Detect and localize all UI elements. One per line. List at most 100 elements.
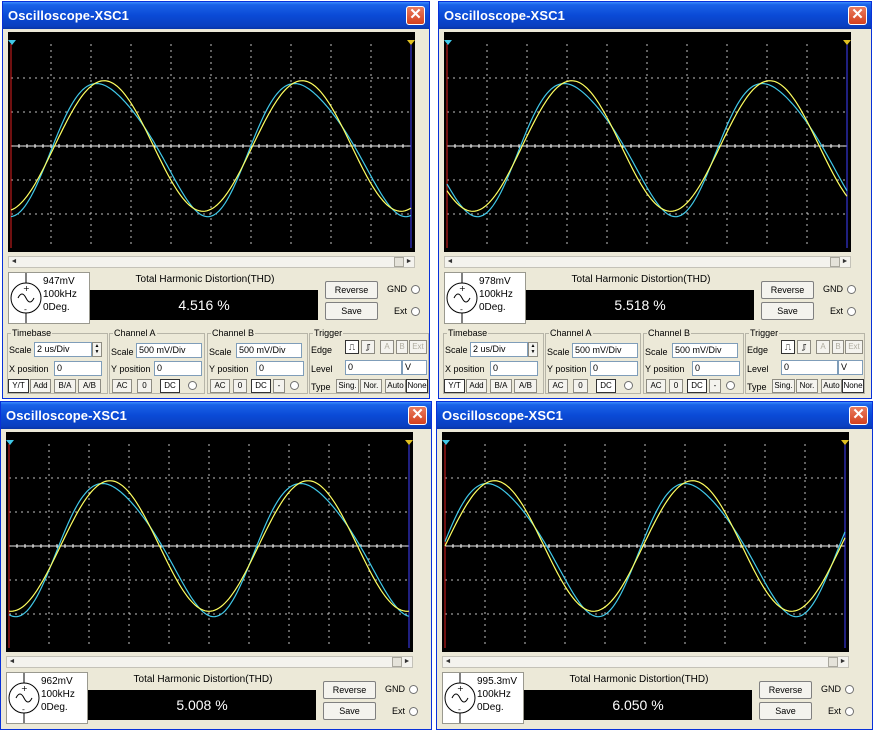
channel-b-zero-button[interactable]: 0 (669, 379, 683, 393)
save-button[interactable]: Save (759, 702, 812, 720)
cursor-2-marker-icon[interactable] (407, 40, 415, 45)
close-button[interactable]: ✕ (848, 6, 867, 25)
channel-b-minus-button[interactable]: - (273, 379, 285, 393)
channel-b-coupling-radio[interactable] (726, 381, 735, 390)
cursor-1-marker-icon[interactable] (444, 40, 452, 45)
scroll-thumb[interactable] (394, 257, 404, 267)
close-button[interactable]: ✕ (849, 406, 868, 425)
trigger-normal-button[interactable]: Nor. (796, 379, 818, 393)
timebase-xpos-field[interactable]: 0 (54, 361, 102, 376)
channel-a-ypos-field[interactable]: 0 (590, 361, 638, 376)
channel-a-zero-button[interactable]: 0 (137, 379, 152, 393)
scroll-right-icon[interactable]: ► (404, 257, 414, 267)
trigger-auto-button[interactable]: Auto (385, 379, 406, 393)
channel-a-scale-field[interactable]: 500 mV/Div (136, 343, 202, 358)
cursor-2-marker-icon[interactable] (405, 440, 413, 445)
horizontal-scrollbar[interactable]: ◄ ► (8, 256, 415, 268)
timebase-xpos-field[interactable]: 0 (490, 361, 538, 376)
trigger-source-a-button[interactable]: A (816, 340, 830, 354)
falling-edge-icon[interactable]: ⎎ (361, 340, 375, 354)
mode-ba-button[interactable]: B/A (54, 379, 76, 393)
scroll-right-icon[interactable]: ► (840, 257, 850, 267)
timebase-scale-field[interactable]: 2 us/Div (34, 342, 92, 357)
mode-yt-button[interactable]: Y/T (444, 379, 465, 393)
trigger-source-ext-button[interactable]: Ext (845, 340, 863, 354)
save-button[interactable]: Save (761, 302, 814, 320)
reverse-button[interactable]: Reverse (761, 281, 814, 299)
channel-b-ac-button[interactable]: AC (210, 379, 230, 393)
channel-b-minus-button[interactable]: - (709, 379, 721, 393)
falling-edge-icon[interactable]: ⎎ (797, 340, 811, 354)
ext-radio[interactable] (845, 707, 854, 716)
trigger-none-button[interactable]: None (406, 379, 428, 393)
channel-b-dc-button[interactable]: DC (251, 379, 271, 393)
trigger-level-unit[interactable]: V (838, 360, 863, 375)
ext-radio[interactable] (409, 707, 418, 716)
scroll-thumb[interactable] (830, 257, 840, 267)
oscilloscope-screen[interactable] (8, 32, 415, 252)
scroll-left-icon[interactable]: ◄ (443, 657, 453, 667)
scroll-right-icon[interactable]: ► (402, 657, 412, 667)
horizontal-scrollbar[interactable]: ◄ ► (444, 256, 851, 268)
trigger-auto-button[interactable]: Auto (821, 379, 842, 393)
trigger-level-unit[interactable]: V (402, 360, 427, 375)
cursor-2-marker-icon[interactable] (841, 440, 849, 445)
title-bar[interactable]: Oscilloscope-XSC1 ✕ (1, 402, 431, 429)
reverse-button[interactable]: Reverse (323, 681, 376, 699)
reverse-button[interactable]: Reverse (759, 681, 812, 699)
trigger-single-button[interactable]: Sing. (772, 379, 795, 393)
oscilloscope-screen[interactable] (6, 432, 413, 652)
channel-a-dc-button[interactable]: DC (596, 379, 616, 393)
channel-b-ypos-field[interactable]: 0 (256, 361, 304, 376)
rising-edge-icon[interactable]: ⎍ (345, 340, 359, 354)
channel-a-scale-field[interactable]: 500 mV/Div (572, 343, 638, 358)
mode-add-button[interactable]: Add (466, 379, 487, 393)
channel-b-scale-field[interactable]: 500 mV/Div (672, 343, 738, 358)
cursor-1-marker-icon[interactable] (6, 440, 14, 445)
cursor-1-marker-icon[interactable] (8, 40, 16, 45)
channel-a-ypos-field[interactable]: 0 (154, 361, 202, 376)
timebase-scale-spinner-icon[interactable]: ▲ ▼ (528, 342, 538, 357)
channel-b-ypos-field[interactable]: 0 (692, 361, 740, 376)
save-button[interactable]: Save (323, 702, 376, 720)
gnd-radio[interactable] (411, 285, 420, 294)
trigger-normal-button[interactable]: Nor. (360, 379, 382, 393)
trigger-source-b-button[interactable]: B (396, 340, 408, 354)
timebase-scale-spinner-icon[interactable]: ▲ ▼ (92, 342, 102, 357)
scroll-left-icon[interactable]: ◄ (9, 257, 19, 267)
title-bar[interactable]: Oscilloscope-XSC1 ✕ (439, 2, 871, 29)
horizontal-scrollbar[interactable]: ◄ ► (442, 656, 849, 668)
mode-ab-button[interactable]: A/B (514, 379, 537, 393)
horizontal-scrollbar[interactable]: ◄ ► (6, 656, 413, 668)
trigger-none-button[interactable]: None (842, 379, 864, 393)
scroll-left-icon[interactable]: ◄ (7, 657, 17, 667)
scroll-left-icon[interactable]: ◄ (445, 257, 455, 267)
ext-radio[interactable] (411, 307, 420, 316)
trigger-source-a-button[interactable]: A (380, 340, 394, 354)
trigger-level-field[interactable]: 0 (345, 360, 402, 375)
mode-ba-button[interactable]: B/A (490, 379, 512, 393)
scroll-right-icon[interactable]: ► (838, 657, 848, 667)
channel-b-dc-button[interactable]: DC (687, 379, 707, 393)
reverse-button[interactable]: Reverse (325, 281, 378, 299)
channel-a-dc-button[interactable]: DC (160, 379, 180, 393)
scroll-thumb[interactable] (828, 657, 838, 667)
oscilloscope-screen[interactable] (442, 432, 849, 652)
rising-edge-icon[interactable]: ⎍ (781, 340, 795, 354)
mode-ab-button[interactable]: A/B (78, 379, 101, 393)
mode-add-button[interactable]: Add (30, 379, 51, 393)
save-button[interactable]: Save (325, 302, 378, 320)
ext-radio[interactable] (847, 307, 856, 316)
channel-a-coupling-radio[interactable] (188, 381, 197, 390)
close-button[interactable]: ✕ (408, 406, 427, 425)
trigger-single-button[interactable]: Sing. (336, 379, 359, 393)
channel-b-ac-button[interactable]: AC (646, 379, 666, 393)
mode-yt-button[interactable]: Y/T (8, 379, 29, 393)
gnd-radio[interactable] (409, 685, 418, 694)
timebase-scale-field[interactable]: 2 us/Div (470, 342, 528, 357)
channel-a-zero-button[interactable]: 0 (573, 379, 588, 393)
title-bar[interactable]: Oscilloscope-XSC1 ✕ (3, 2, 429, 29)
trigger-source-ext-button[interactable]: Ext (409, 340, 427, 354)
channel-b-scale-field[interactable]: 500 mV/Div (236, 343, 302, 358)
channel-b-zero-button[interactable]: 0 (233, 379, 247, 393)
